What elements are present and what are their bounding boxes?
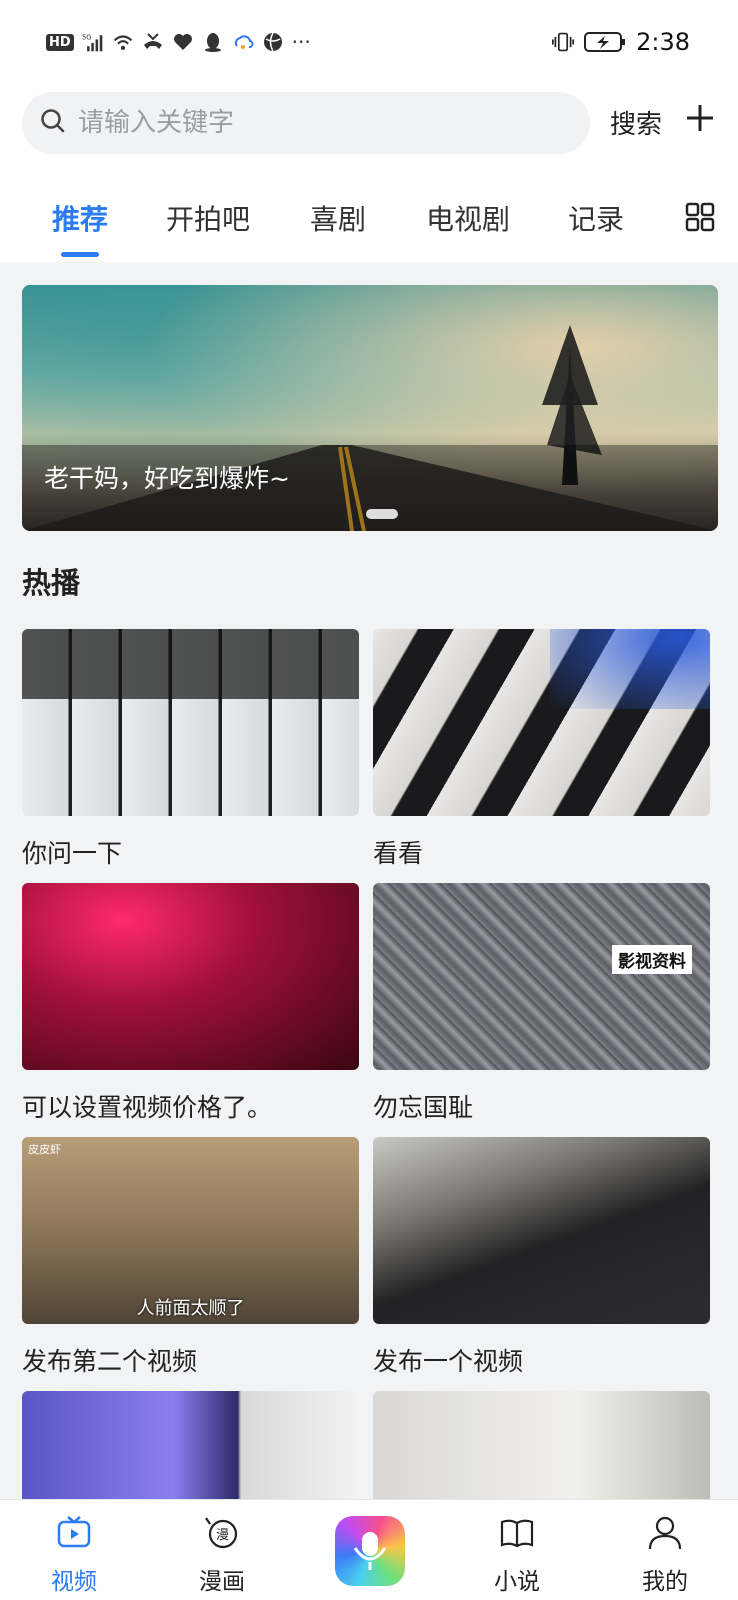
wifi-icon <box>112 31 134 53</box>
user-icon <box>648 1516 682 1550</box>
comic-icon: 漫 <box>205 1517 238 1549</box>
video-thumbnail[interactable] <box>22 883 359 1070</box>
watermark-logo: 皮皮虾 <box>28 1143 61 1156</box>
tab-tv-series[interactable]: 电视剧 <box>426 198 510 238</box>
section-title-hot: 热播 <box>22 566 81 600</box>
video-title[interactable]: 看看 <box>373 834 710 870</box>
health-icon <box>172 31 194 53</box>
add-icon[interactable] <box>684 102 716 134</box>
active-tab-indicator <box>61 252 99 257</box>
qq-icon <box>202 31 224 53</box>
nav-video[interactable]: 视频 <box>29 1514 119 1596</box>
thumbnail-subtitle: 人前面太顺了 <box>136 1298 245 1319</box>
video-title[interactable]: 可以设置视频价格了。 <box>22 1088 359 1124</box>
tab-shoot[interactable]: 开拍吧 <box>166 198 250 238</box>
tv-icon <box>57 1516 91 1548</box>
video-card[interactable]: 影视资料 勿忘国耻 <box>373 883 710 1124</box>
missed-call-icon <box>142 31 164 53</box>
video-card[interactable]: 皮皮虾 人前面太顺了 发布第二个视频 <box>22 1137 359 1378</box>
video-thumbnail[interactable]: 影视资料 <box>373 883 710 1070</box>
nav-comic[interactable]: 漫 漫画 <box>177 1514 267 1596</box>
video-card[interactable]: 看看 <box>373 629 710 870</box>
vibrate-icon <box>552 31 575 53</box>
bottom-navigation: 视频 漫 漫画 小说 我的 <box>0 1499 738 1600</box>
video-thumbnail[interactable] <box>22 629 359 816</box>
status-left-icons: HD 5G ··· <box>46 26 311 58</box>
more-notifications-icon: ··· <box>291 30 311 54</box>
video-title[interactable]: 发布第二个视频 <box>22 1342 359 1378</box>
mic-app-icon <box>353 1532 387 1570</box>
video-title[interactable]: 发布一个视频 <box>373 1342 710 1378</box>
hero-banner[interactable]: 老干妈，好吃到爆炸~ <box>22 285 718 531</box>
tab-recommend[interactable]: 推荐 <box>52 198 108 238</box>
battery-charging-icon <box>584 31 626 53</box>
nav-label: 视频 <box>51 1569 97 1595</box>
nav-profile[interactable]: 我的 <box>620 1514 710 1596</box>
video-thumbnail[interactable] <box>373 1137 710 1324</box>
tab-records[interactable]: 记录 <box>568 198 624 238</box>
category-tabs: 推荐 开拍吧 喜剧 电视剧 记录 <box>0 170 738 262</box>
nav-label: 我的 <box>642 1569 688 1595</box>
banner-page-indicator <box>366 509 398 519</box>
banner-caption: 老干妈，好吃到爆炸~ <box>44 464 290 493</box>
video-thumbnail[interactable]: 皮皮虾 人前面太顺了 <box>22 1137 359 1324</box>
signal-label: 5G <box>82 33 92 41</box>
mic-app-button[interactable] <box>335 1516 405 1586</box>
video-title[interactable]: 勿忘国耻 <box>373 1088 710 1124</box>
clock: 2:38 <box>636 28 690 56</box>
video-card[interactable]: 你问一下 <box>22 629 359 870</box>
svg-text:漫: 漫 <box>216 1528 229 1543</box>
grid-menu-icon[interactable] <box>685 202 715 232</box>
status-bar: HD 5G ··· 2:38 <box>0 0 738 84</box>
search-input[interactable] <box>78 108 538 138</box>
nav-novel[interactable]: 小说 <box>472 1514 562 1596</box>
nav-label: 小说 <box>494 1569 540 1595</box>
video-thumbnail[interactable] <box>373 629 710 816</box>
search-button[interactable]: 搜索 <box>610 104 662 141</box>
video-title[interactable]: 你问一下 <box>22 834 359 870</box>
browser-icon <box>262 31 284 53</box>
nav-label: 漫画 <box>199 1569 245 1595</box>
search-box[interactable] <box>22 92 590 154</box>
video-card[interactable]: 发布一个视频 <box>373 1137 710 1378</box>
cell-signal-icon: 5G <box>82 31 104 53</box>
thumbnail-overlay-text: 影视资料 <box>612 945 692 974</box>
hd-badge: HD <box>46 33 74 51</box>
video-card[interactable]: 可以设置视频价格了。 <box>22 883 359 1124</box>
status-right-icons: 2:38 <box>552 26 690 58</box>
tab-comedy[interactable]: 喜剧 <box>310 198 366 238</box>
search-header: 搜索 <box>0 84 738 170</box>
search-icon <box>40 108 66 138</box>
book-icon <box>500 1519 534 1548</box>
sync-cloud-icon <box>232 31 254 53</box>
